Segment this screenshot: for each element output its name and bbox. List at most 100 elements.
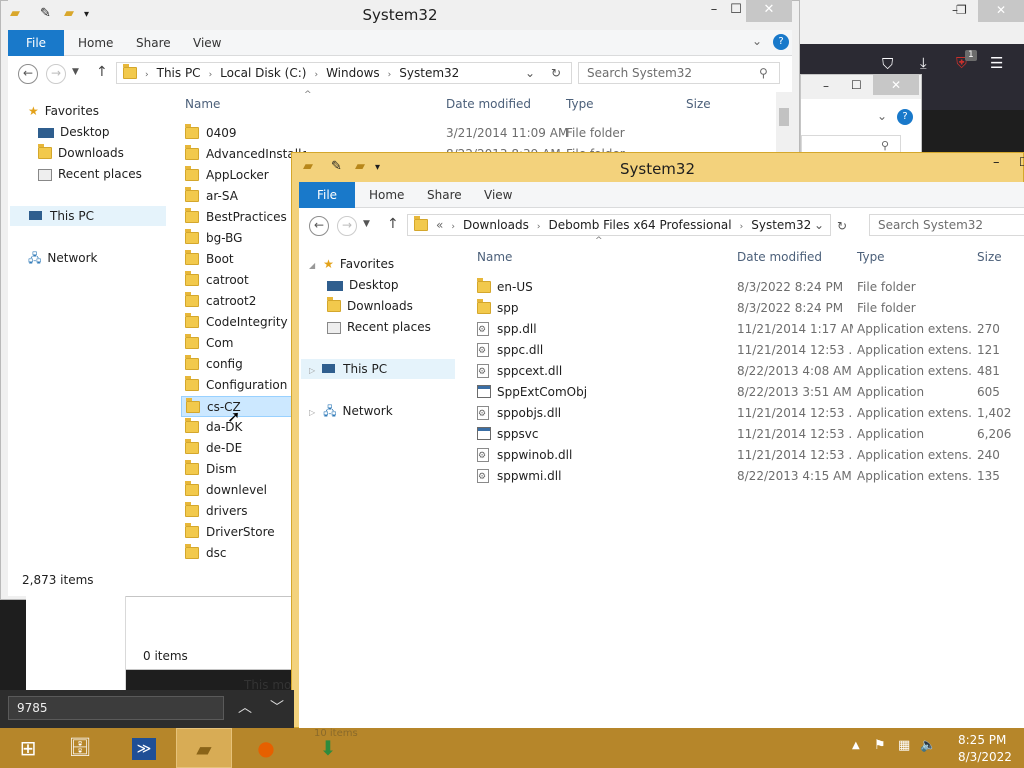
table-row[interactable]: CodeIntegrity	[181, 312, 301, 333]
table-row[interactable]: bg-BG	[181, 228, 301, 249]
table-row[interactable]: sppwinob.dll 11/21/2014 12:53 ... Applicat…	[471, 445, 1024, 466]
collapse-arrow-icon[interactable]: ◢	[309, 261, 315, 270]
column-type[interactable]: Type	[566, 97, 594, 111]
show-hidden-icons[interactable]: ▲	[852, 740, 860, 751]
menu-icon[interactable]: ☰	[990, 53, 1003, 73]
table-row[interactable]: 0409	[181, 123, 301, 144]
table-row[interactable]: dsc	[181, 543, 301, 564]
nav-recent-places[interactable]: Recent places	[327, 317, 431, 337]
refresh-icon[interactable]: ↻	[551, 63, 561, 83]
flag-icon[interactable]: ⚑	[874, 738, 886, 753]
address-bar[interactable]: «› Downloads › Debomb Files x64 Professiona…	[407, 214, 831, 236]
clock-date[interactable]: 8/3/2022	[958, 750, 1012, 764]
back-button[interactable]: ←	[18, 64, 38, 84]
table-row[interactable]: drivers	[181, 501, 301, 522]
table-row[interactable]: Dism	[181, 459, 301, 480]
column-date-modified[interactable]: Date modified	[446, 97, 531, 111]
recent-locations-icon[interactable]: ▼	[72, 67, 79, 77]
table-row[interactable]: AdvancedInstallers	[181, 144, 306, 165]
table-row[interactable]: config	[181, 354, 301, 375]
table-row[interactable]: Configuration	[181, 375, 301, 396]
column-name[interactable]: Name	[477, 250, 512, 264]
firefox-icon[interactable]: ●	[238, 728, 294, 768]
nav-downloads[interactable]: Downloads	[327, 296, 413, 316]
table-row[interactable]: sppcext.dll 8/22/2013 4:08 AM Application …	[471, 361, 1024, 382]
tab-home[interactable]: Home	[68, 30, 123, 56]
forward-button[interactable]: →	[46, 64, 66, 84]
column-date-modified[interactable]: Date modified	[737, 250, 822, 264]
column-type[interactable]: Type	[857, 250, 885, 264]
tab-view[interactable]: View	[474, 182, 522, 208]
maximize-button[interactable]: ☐	[851, 78, 862, 92]
expand-arrow-icon[interactable]: ▷	[309, 366, 315, 375]
network-tray-icon[interactable]: ▦	[898, 738, 910, 753]
find-next-button[interactable]: ﹀	[264, 696, 290, 720]
minimize-button[interactable]: –	[823, 79, 829, 93]
table-row[interactable]: Boot	[181, 249, 301, 270]
search-input[interactable]: Search System32 ⚲	[578, 62, 780, 84]
table-row[interactable]: BestPractices	[181, 207, 301, 228]
nav-favorites[interactable]: ◢ ★ Favorites	[309, 254, 394, 274]
breadcrumb-this-pc[interactable]: This PC	[157, 66, 201, 80]
close-button[interactable]: ✕	[746, 0, 792, 22]
up-button[interactable]: ↑	[387, 216, 399, 232]
close-button[interactable]: ✕	[873, 75, 919, 95]
chevron-down-icon[interactable]: ⌄	[752, 34, 762, 48]
forward-button[interactable]: →	[337, 216, 357, 236]
breadcrumb-downloads[interactable]: Downloads	[463, 218, 529, 232]
tab-share[interactable]: Share	[417, 182, 472, 208]
start-button[interactable]: ⊞	[0, 728, 56, 768]
column-name[interactable]: Name	[185, 97, 220, 111]
column-size[interactable]: Size	[686, 97, 711, 111]
table-row[interactable]: sppobjs.dll 11/21/2014 12:53 ... Applicati…	[471, 403, 1024, 424]
breadcrumb-system32[interactable]: System32	[399, 66, 459, 80]
close-button[interactable]: ✕	[978, 0, 1024, 22]
nav-desktop[interactable]: Desktop	[38, 122, 110, 142]
recent-locations-icon[interactable]: ▼	[363, 219, 370, 229]
minimize-button[interactable]: –	[993, 155, 1000, 170]
table-row[interactable]: de-DE	[181, 438, 301, 459]
server-manager-icon[interactable]: 🗄	[52, 728, 108, 768]
nav-favorites[interactable]: ★ Favorites	[28, 101, 99, 121]
find-input[interactable]: 9785	[8, 696, 224, 720]
tab-file[interactable]: File	[8, 30, 64, 56]
up-button[interactable]: ↑	[96, 64, 108, 80]
clock-time[interactable]: 8:25 PM	[958, 733, 1006, 747]
breadcrumb-debomb-files[interactable]: Debomb Files x64 Professional	[548, 218, 731, 232]
table-row[interactable]: cs-CZ	[181, 396, 301, 417]
nav-network[interactable]: 🖧 Network	[28, 248, 98, 268]
table-row[interactable]: catroot2	[181, 291, 301, 312]
nav-this-pc[interactable]: ▷ This PC	[301, 359, 455, 379]
table-row[interactable]: Com	[181, 333, 301, 354]
maximize-button[interactable]: ☐	[1019, 155, 1024, 169]
download-icon[interactable]: ⤓	[920, 53, 927, 73]
chevron-down-icon[interactable]: ⌄	[814, 215, 824, 235]
table-row[interactable]: DriverStore	[181, 522, 301, 543]
expand-arrow-icon[interactable]: ▷	[309, 408, 315, 417]
table-row[interactable]: AppLocker	[181, 165, 301, 186]
table-row[interactable]: sppc.dll 11/21/2014 12:53 ... Application …	[471, 340, 1024, 361]
tab-file[interactable]: File	[299, 182, 355, 208]
nav-recent-places[interactable]: Recent places	[38, 164, 142, 184]
table-row[interactable]: spp.dll 11/21/2014 1:17 AM Application ext…	[471, 319, 1024, 340]
table-row[interactable]: catroot	[181, 270, 301, 291]
search-input[interactable]: Search System32	[869, 214, 1024, 236]
column-size[interactable]: Size	[977, 250, 1002, 264]
table-row[interactable]: spp 8/3/2022 8:24 PM File folder	[471, 298, 1024, 319]
refresh-icon[interactable]: ↻	[837, 219, 847, 233]
chevron-down-icon[interactable]: ⌄	[525, 63, 535, 83]
nav-network[interactable]: ▷ 🖧 Network	[309, 401, 393, 421]
table-row[interactable]: SppExtComObj 8/22/2013 3:51 AM Application…	[471, 382, 1024, 403]
table-row[interactable]: sppwmi.dll 8/22/2013 4:15 AM Application e…	[471, 466, 1024, 487]
nav-downloads[interactable]: Downloads	[38, 143, 124, 163]
restore-button[interactable]: ❐	[956, 0, 967, 20]
nav-desktop[interactable]: Desktop	[327, 275, 399, 295]
pocket-icon[interactable]: ⛉	[882, 54, 893, 74]
volume-muted-icon[interactable]: 🔈	[920, 738, 936, 753]
nav-this-pc[interactable]: This PC	[10, 206, 166, 226]
breadcrumb-system32[interactable]: System32	[751, 218, 811, 232]
help-icon[interactable]: ?	[897, 109, 913, 125]
back-button[interactable]: ←	[309, 216, 329, 236]
find-previous-button[interactable]: ︿	[232, 696, 258, 720]
powershell-icon[interactable]: ≫	[116, 728, 172, 768]
